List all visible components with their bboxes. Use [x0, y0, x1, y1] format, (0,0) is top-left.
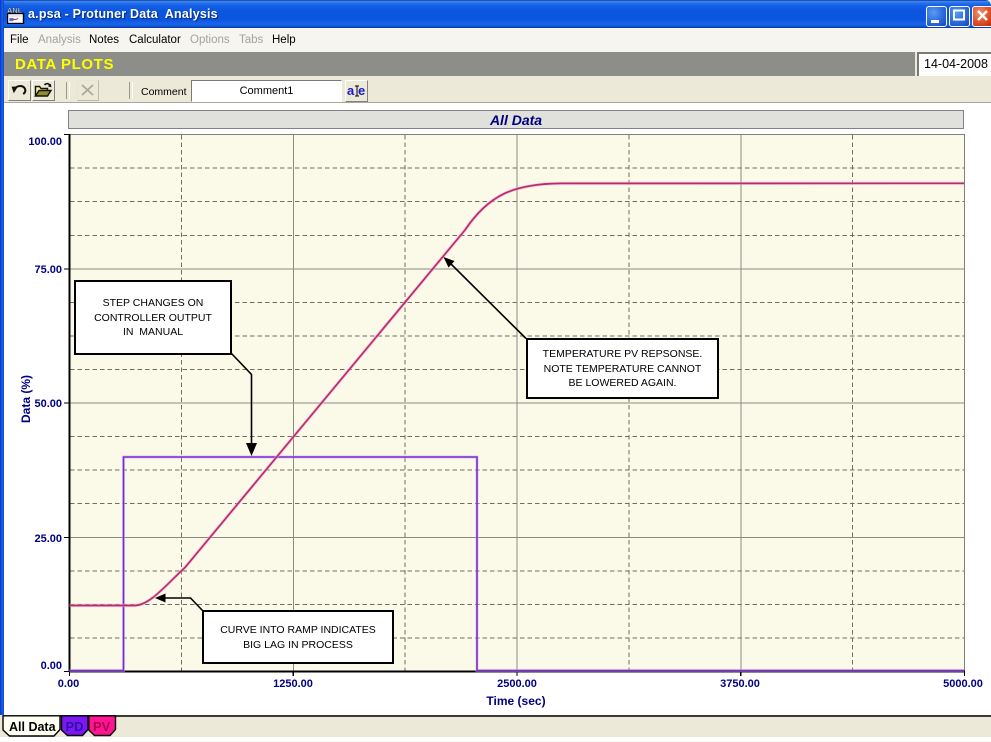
svg-text:PD: PD [66, 719, 84, 734]
svg-text:e: e [358, 83, 365, 98]
svg-text:a: a [347, 83, 355, 98]
svg-text:All Data: All Data [9, 720, 57, 734]
svg-text:PV: PV [93, 719, 111, 734]
